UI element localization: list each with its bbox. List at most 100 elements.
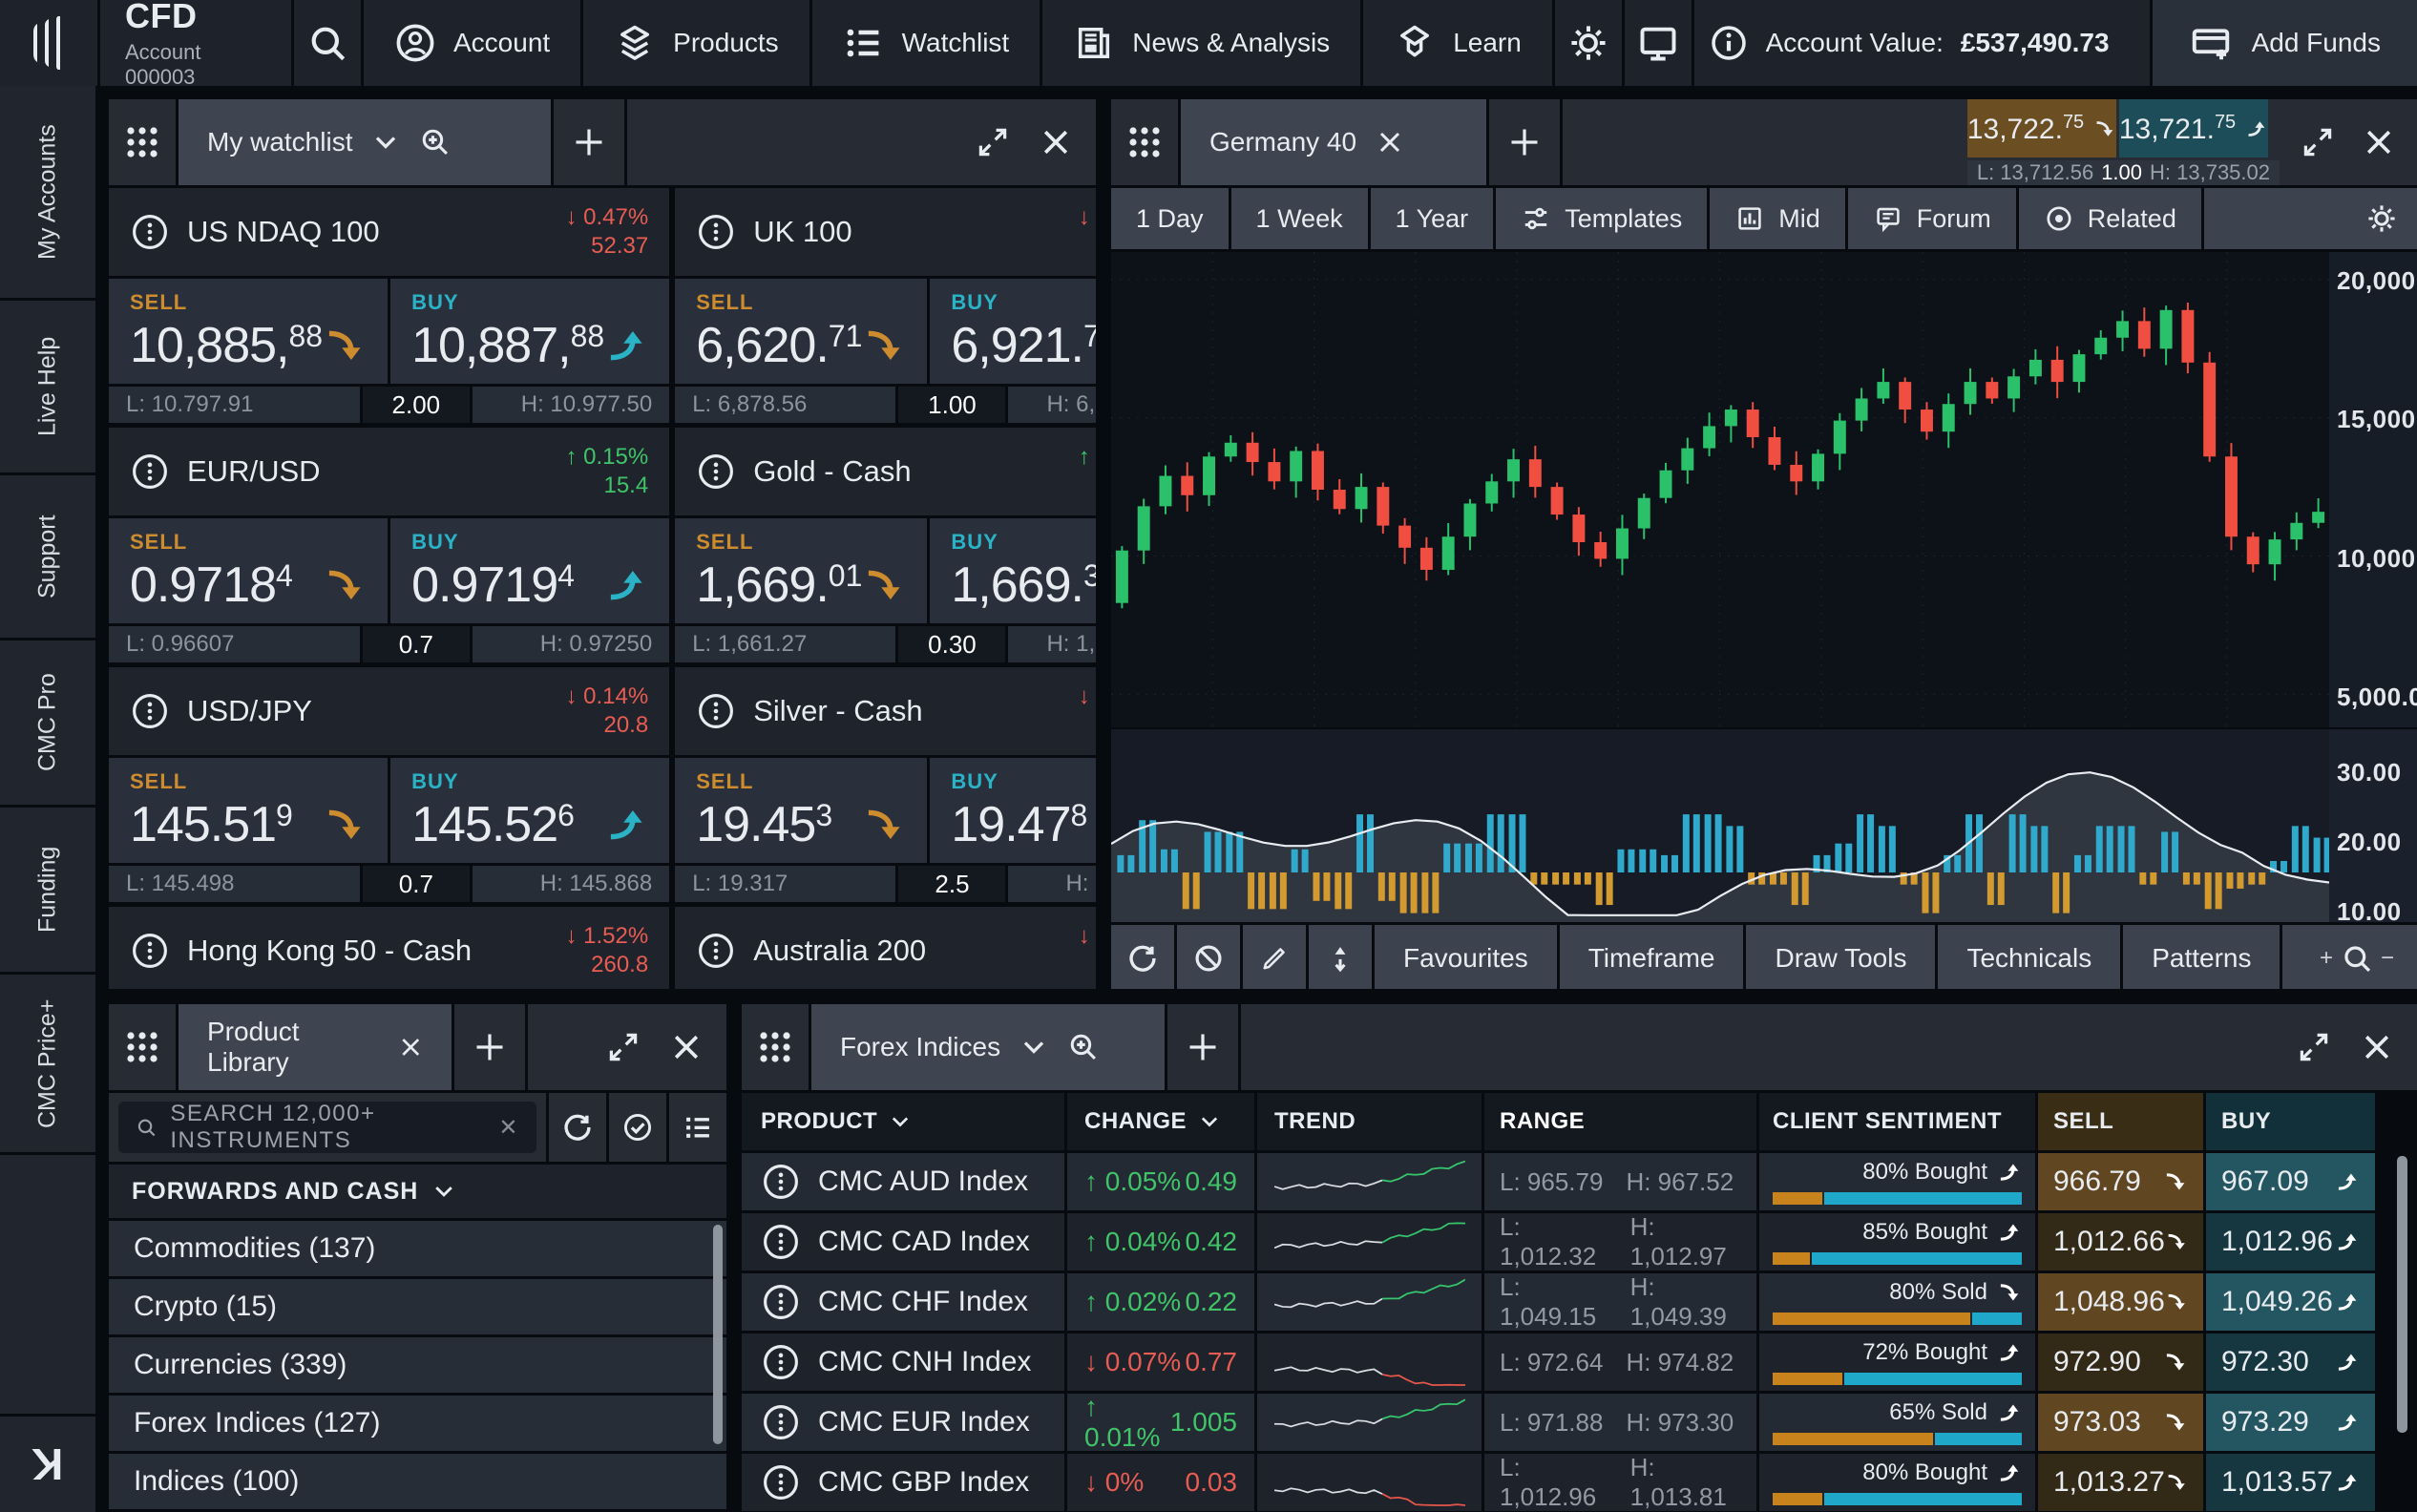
nav-news-analysis[interactable]: News & Analysis <box>1042 0 1360 86</box>
sort-button[interactable] <box>1309 925 1372 989</box>
expand-icon[interactable] <box>2297 1030 2331 1064</box>
add-tab-button[interactable] <box>554 99 624 185</box>
category-section-header[interactable]: FORWARDS AND CASH <box>109 1165 726 1218</box>
column-header-change[interactable]: CHANGE <box>1067 1093 1254 1150</box>
kebab-circle-icon[interactable] <box>761 1462 801 1502</box>
buy-price-button[interactable]: BUY6,921.71 <box>930 279 1096 384</box>
sell-price-button[interactable]: SELL10,885,88 <box>109 279 388 384</box>
product-cell[interactable]: CMC EUR Index <box>742 1394 1064 1451</box>
related-button[interactable]: Related <box>2019 188 2201 249</box>
kebab-circle-icon[interactable] <box>130 691 170 731</box>
sell-price-button[interactable]: 1,012.66 <box>2038 1213 2203 1270</box>
list-view-button[interactable] <box>669 1093 726 1162</box>
buy-price-button[interactable]: BUY10,887,88 <box>390 279 669 384</box>
product-library-tab[interactable]: Product Library <box>179 1004 452 1090</box>
close-icon[interactable] <box>2362 125 2396 159</box>
close-icon[interactable] <box>1039 125 1073 159</box>
expand-icon[interactable] <box>976 125 1010 159</box>
column-header-sell[interactable]: SELL <box>2038 1093 2203 1150</box>
expand-icon[interactable] <box>2301 125 2335 159</box>
chart-sell-button[interactable]: 13,722.75 <box>1967 99 2116 158</box>
column-header-client-sentiment[interactable]: CLIENT SENTIMENT <box>1759 1093 2035 1150</box>
panel-drag-handle[interactable] <box>742 1004 809 1090</box>
buy-price-button[interactable]: 967.09 <box>2206 1153 2375 1210</box>
product-cell[interactable]: CMC CAD Index <box>742 1213 1064 1270</box>
chevron-down-icon[interactable] <box>1019 1033 1048 1061</box>
product-cell[interactable]: CMC GBP Index <box>742 1454 1064 1511</box>
product-category-item[interactable]: Currencies (339) <box>109 1337 726 1393</box>
panel-drag-handle[interactable] <box>1111 99 1178 185</box>
sell-price-button[interactable]: SELL6,620.71 <box>675 279 927 384</box>
product-category-item[interactable]: Crypto (15) <box>109 1279 726 1334</box>
buy-price-button[interactable]: BUY19.478 <box>930 758 1096 863</box>
sell-price-button[interactable]: 972.90 <box>2038 1334 2203 1391</box>
search-button[interactable] <box>294 0 361 86</box>
buy-price-button[interactable]: 1,012.96 <box>2206 1213 2375 1270</box>
product-cell[interactable]: CMC CNH Index <box>742 1334 1064 1391</box>
chart-buy-button[interactable]: 13,721.75 <box>2119 99 2268 158</box>
sidebar-item-funding[interactable]: Funding <box>0 808 95 972</box>
sidebar-item-cmc-pro[interactable]: CMC Pro <box>0 640 95 805</box>
forum-button[interactable]: Forum <box>1848 188 2016 249</box>
kebab-circle-icon[interactable] <box>696 691 736 731</box>
zoom-in-icon[interactable] <box>419 126 452 158</box>
kebab-circle-icon[interactable] <box>761 1342 801 1382</box>
product-category-item[interactable]: Forex Indices (127) <box>109 1396 726 1451</box>
period-1-week[interactable]: 1 Week <box>1231 188 1368 249</box>
sell-price-button[interactable]: SELL1,669.01 <box>675 518 927 623</box>
nav-products[interactable]: Products <box>583 0 809 86</box>
chevron-down-icon[interactable] <box>371 128 400 157</box>
buy-price-button[interactable]: BUY1,669.31 <box>930 518 1096 623</box>
add-funds-button[interactable]: Add Funds <box>2153 0 2417 86</box>
add-tab-button[interactable] <box>1167 1004 1238 1090</box>
buy-price-button[interactable]: 1,049.26 <box>2206 1273 2375 1331</box>
kebab-circle-icon[interactable] <box>696 212 736 252</box>
close-tab-icon[interactable] <box>1376 128 1404 157</box>
kebab-circle-icon[interactable] <box>761 1162 801 1202</box>
clear-search-icon[interactable]: ✕ <box>498 1114 519 1142</box>
nav-learn[interactable]: Learn <box>1363 0 1552 86</box>
sidebar-item-support[interactable]: Support <box>0 475 95 638</box>
gear-icon[interactable] <box>2365 202 2398 235</box>
scrollbar-thumb[interactable] <box>2397 1156 2407 1433</box>
instrument-search-input[interactable]: SEARCH 12,000+ INSTRUMENTS ✕ <box>118 1102 536 1153</box>
filter-available-button[interactable] <box>609 1093 666 1162</box>
zoom-in-icon[interactable] <box>1067 1031 1100 1063</box>
nav-account[interactable]: Account <box>364 0 580 86</box>
patterns-button[interactable]: Patterns <box>2123 925 2280 989</box>
info-icon[interactable] <box>1709 23 1749 63</box>
sell-price-button[interactable]: 1,013.27 <box>2038 1454 2203 1511</box>
zoom-plus-label[interactable]: + <box>2320 945 2333 972</box>
forex-indices-tab[interactable]: Forex Indices <box>811 1004 1165 1090</box>
buy-price-button[interactable]: 972.30 <box>2206 1334 2375 1391</box>
period-1-day[interactable]: 1 Day <box>1111 188 1229 249</box>
refresh-button[interactable] <box>1111 925 1174 989</box>
add-tab-button[interactable] <box>454 1004 525 1090</box>
candlestick-chart[interactable]: 20,000.00 15,000.00 10,000.00 5,000.00 <box>1111 252 2417 727</box>
platform-button[interactable] <box>1625 0 1692 86</box>
nav-watchlist[interactable]: Watchlist <box>812 0 1040 86</box>
sell-price-button[interactable]: SELL0.97184 <box>109 518 388 623</box>
sidebar-item-cmc-price-plus[interactable]: CMC Price+ <box>0 975 95 1152</box>
kebab-circle-icon[interactable] <box>761 1282 801 1322</box>
close-icon[interactable] <box>669 1030 704 1064</box>
kebab-circle-icon[interactable] <box>130 452 170 492</box>
draw-tools-button[interactable]: Draw Tools <box>1746 925 1935 989</box>
app-title[interactable]: CFD Account 000003 <box>100 0 291 86</box>
draw-button[interactable] <box>1243 925 1306 989</box>
sidebar-item-my-accounts[interactable]: My Accounts <box>0 86 95 298</box>
settings-button[interactable] <box>1555 0 1622 86</box>
templates-button[interactable]: Templates <box>1496 188 1707 249</box>
kebab-circle-icon[interactable] <box>761 1402 801 1442</box>
refresh-results-button[interactable] <box>549 1093 606 1162</box>
mid-button[interactable]: Mid <box>1710 188 1845 249</box>
period-1-year[interactable]: 1 Year <box>1371 188 1494 249</box>
product-cell[interactable]: CMC CHF Index <box>742 1273 1064 1331</box>
sidebar-item-live-help[interactable]: Live Help <box>0 301 95 472</box>
add-tab-button[interactable] <box>1489 99 1560 185</box>
chart-tab-germany-40[interactable]: Germany 40 <box>1181 99 1486 185</box>
column-header-trend[interactable]: TREND <box>1257 1093 1482 1150</box>
sell-price-button[interactable]: 966.79 <box>2038 1153 2203 1210</box>
kebab-circle-icon[interactable] <box>761 1222 801 1262</box>
cmc-bottom-logo[interactable]: K <box>0 1417 95 1512</box>
